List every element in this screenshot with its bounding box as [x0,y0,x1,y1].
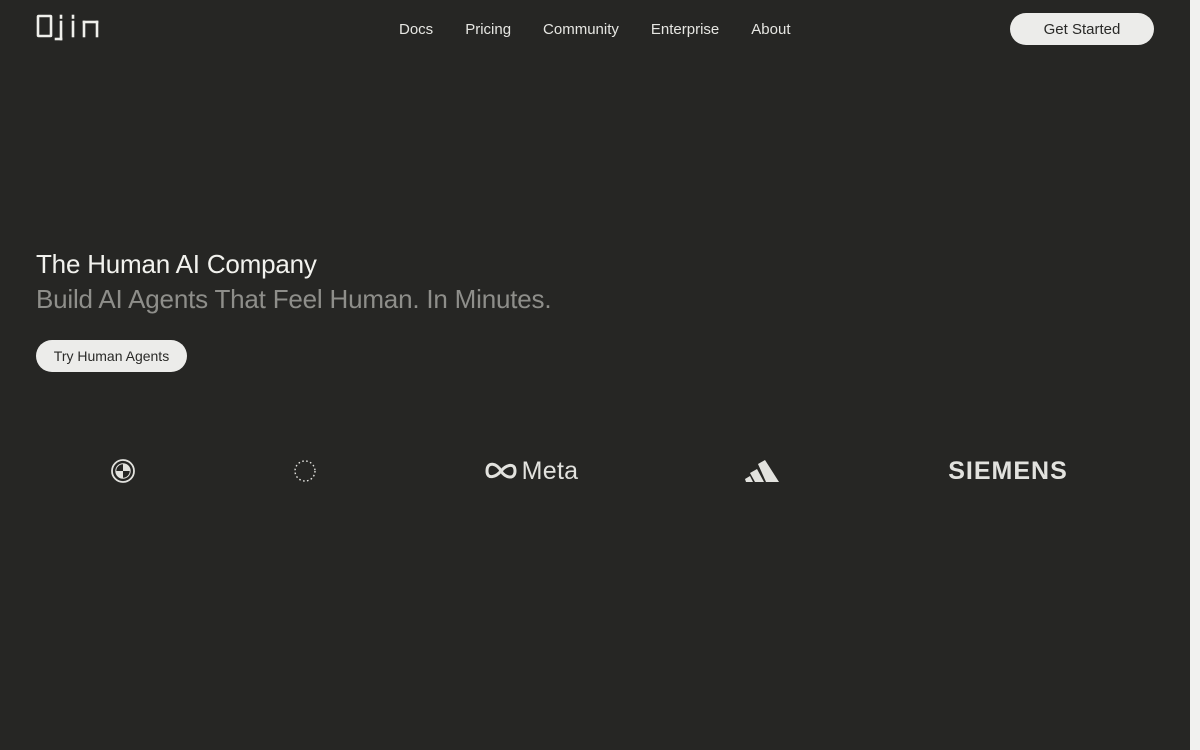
meta-wordmark: Meta [521,456,579,485]
dotted-circle-icon [294,460,316,482]
nav-link-community[interactable]: Community [527,21,635,38]
nav-link-docs[interactable]: Docs [383,21,449,38]
page: Docs Pricing Community Enterprise About … [0,0,1200,750]
adidas-stripes-icon [745,460,779,482]
try-human-agents-button[interactable]: Try Human Agents [36,340,187,372]
get-started-button[interactable]: Get Started [1010,13,1154,45]
hero-title: The Human AI Company [36,249,317,279]
nav-link-pricing[interactable]: Pricing [449,21,527,38]
ojin-logo-mark [36,14,99,41]
customer-logos: Meta SIEMENS [0,448,1190,494]
meta-infinity-icon [485,462,517,479]
hero-section: The Human AI Company Build AI Agents Tha… [36,246,552,316]
top-nav: Docs Pricing Community Enterprise About … [0,0,1190,58]
nav-link-enterprise[interactable]: Enterprise [635,21,735,38]
siemens-wordmark: SIEMENS [948,456,1068,485]
dotted-circle-logo [290,448,320,494]
bmw-icon [111,459,135,483]
bmw-logo [108,448,138,494]
siemens-logo: SIEMENS [936,448,1080,494]
nav-links: Docs Pricing Community Enterprise About [383,12,806,46]
nav-link-about[interactable]: About [735,21,806,38]
scrollbar[interactable] [1190,0,1200,750]
ojin-logo[interactable] [36,12,100,44]
hero-subtitle: Build AI Agents That Feel Human. In Minu… [36,284,552,314]
meta-logo: Meta [474,448,588,494]
adidas-logo [744,448,782,494]
